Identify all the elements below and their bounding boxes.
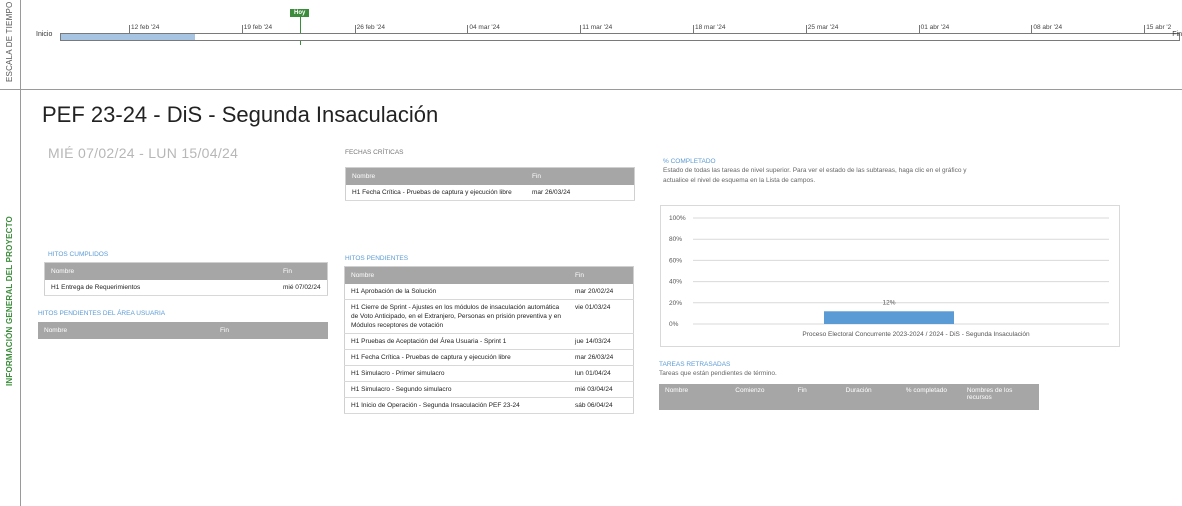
finish-date-cell: lun 01/04/24 [569, 365, 634, 382]
column-header: Fin [569, 266, 634, 284]
finish-date-cell: mar 20/02/24 [569, 284, 634, 300]
today-marker: Hoy [290, 9, 310, 17]
column-header: % completado [899, 384, 961, 410]
chart-bar[interactable] [824, 311, 954, 324]
y-tick-label: 0% [669, 321, 679, 328]
timeline-tick: 19 feb '24 [241, 24, 273, 33]
completion-chart[interactable]: 0% 20% 40% 60% 80% 100% 12% Proceso Electoral C… [660, 205, 1120, 347]
timeline-start-label: Inicio [36, 31, 53, 38]
x-category-label: Proceso Electoral Concurrente 2023-2024 … [802, 331, 1030, 338]
timeline-tick: 11 mar '24 [580, 24, 613, 33]
milestones-done-table: Nombre Fin H1 Entrega de Requerimientos m… [44, 262, 328, 296]
timeline-end-label: Fin [1172, 31, 1182, 38]
completion-chart-svg: 0% 20% 40% 60% 80% 100% 12% Proceso Electoral C… [669, 215, 1109, 338]
task-name-cell: H1 Fecha Crítica - Pruebas de captura y … [344, 349, 569, 366]
table-row[interactable]: H1 Fecha Crítica - Pruebas de captura y … [345, 185, 635, 201]
timescale-label: ESCALA DE TIEMPO [5, 1, 14, 82]
table-row[interactable]: H1 Inicio de Operación - Segunda Insacul… [344, 397, 634, 414]
table-row[interactable]: H1 Entrega de Requerimientos mié 07/02/24 [44, 280, 328, 296]
column-header: Nombre [659, 384, 730, 410]
table-row[interactable]: H1 Cierre de Sprint - Ajustes en los mód… [344, 299, 634, 334]
timeline-tick: 26 feb '24 [354, 24, 385, 33]
task-name-cell: H1 Fecha Crítica - Pruebas de captura y … [345, 185, 526, 201]
table-row[interactable]: H1 Simulacro - Primer simulacro lun 01/04… [344, 365, 634, 382]
finish-date-cell: jue 14/03/24 [569, 333, 634, 350]
column-header: Comienzo [729, 384, 792, 410]
task-name-cell: H1 Aprobación de la Solución [344, 284, 569, 300]
timeline-divider [0, 89, 1182, 90]
task-name-cell: H1 Entrega de Requerimientos [44, 280, 277, 296]
y-tick-label: 100% [669, 215, 686, 222]
column-header: Nombre [44, 262, 277, 280]
strip-divider [20, 0, 21, 506]
timeline-tick: 01 abr '24 [918, 24, 950, 33]
data-label: 12% [882, 299, 895, 306]
y-tick-label: 80% [669, 236, 682, 243]
finish-date-cell: mar 26/03/24 [526, 185, 635, 201]
timeline-progress [61, 34, 196, 40]
user-pending-label: HITOS PENDIENTES DEL ÁREA USUARIA [38, 310, 166, 317]
column-header: Nombre [345, 167, 526, 185]
timeline-tick: 25 mar '24 [805, 24, 839, 33]
finish-date-cell: sáb 06/04/24 [569, 397, 634, 414]
finish-date-cell: mié 03/04/24 [569, 381, 634, 398]
table-row[interactable]: H1 Pruebas de Aceptación del Área Usuari… [344, 333, 634, 350]
finish-date-cell: mar 26/03/24 [569, 349, 634, 366]
task-name-cell: H1 Simulacro - Segundo simulacro [344, 381, 569, 398]
y-tick-label: 20% [669, 300, 682, 307]
completion-label: % COMPLETADO [663, 158, 716, 165]
column-header: Fin [277, 262, 328, 280]
timeline-tick: 15 abr '2 [1144, 24, 1172, 33]
y-tick-label: 60% [669, 257, 682, 264]
timeline-tick: 04 mar '24 [467, 24, 500, 33]
column-header: Duración [839, 384, 900, 410]
column-header: Fin [214, 322, 328, 339]
user-pending-table: Nombre Fin [38, 322, 328, 339]
finish-date-cell: vie 01/03/24 [569, 299, 634, 334]
timeline-bar[interactable] [60, 33, 1180, 41]
critical-dates-label: FECHAS CRÍTICAS [345, 149, 404, 156]
column-header: Nombre [344, 266, 569, 284]
timeline[interactable]: Hoy 12 feb '24 19 feb '24 26 feb '24 04 mar… [28, 0, 1182, 89]
project-date-range: MIÉ 07/02/24 - LUN 15/04/24 [48, 145, 239, 161]
timeline-tick: 08 abr '24 [1031, 24, 1063, 33]
table-row[interactable]: H1 Fecha Crítica - Pruebas de captura y … [344, 349, 634, 366]
column-header: Nombres de los recursos [960, 384, 1039, 410]
column-header: Fin [791, 384, 840, 410]
milestones-pending-table: Nombre Fin H1 Aprobación de la Solución m… [344, 266, 634, 414]
milestones-done-label: HITOS CUMPLIDOS [48, 251, 109, 258]
task-name-cell: H1 Inicio de Operación - Segunda Insacul… [344, 397, 569, 414]
task-name-cell: H1 Pruebas de Aceptación del Área Usuari… [344, 333, 569, 350]
critical-dates-table: Nombre Fin H1 Fecha Crítica - Pruebas de… [345, 167, 635, 201]
late-tasks-label: TAREAS RETRASADAS [659, 361, 731, 368]
y-tick-label: 40% [669, 279, 682, 286]
column-header: Fin [526, 167, 635, 185]
milestones-pending-label: HITOS PENDIENTES [345, 255, 409, 262]
project-info-label: INFORMACIÓN GENERAL DEL PROYECTO [5, 216, 14, 386]
finish-date-cell: mié 07/02/24 [277, 280, 328, 296]
task-name-cell: H1 Cierre de Sprint - Ajustes en los mód… [344, 299, 569, 334]
timeline-tick: 12 feb '24 [128, 24, 160, 33]
project-title: PEF 23-24 - DiS - Segunda Insaculación [42, 102, 439, 127]
timeline-tick: 18 mar '24 [693, 24, 726, 33]
table-row[interactable]: H1 Aprobación de la Solución mar 20/02/24 [344, 284, 634, 300]
late-tasks-table: Nombre Comienzo Fin Duración% completado Nom… [659, 384, 1039, 410]
table-row[interactable]: H1 Simulacro - Segundo simulacro mié 03/0… [344, 381, 634, 398]
late-tasks-description: Tareas que están pendientes de término. [659, 370, 777, 377]
column-header: Nombre [38, 322, 214, 339]
completion-description: Estado de todas las tareas de nivel supe… [663, 167, 967, 184]
task-name-cell: H1 Simulacro - Primer simulacro [344, 365, 569, 382]
